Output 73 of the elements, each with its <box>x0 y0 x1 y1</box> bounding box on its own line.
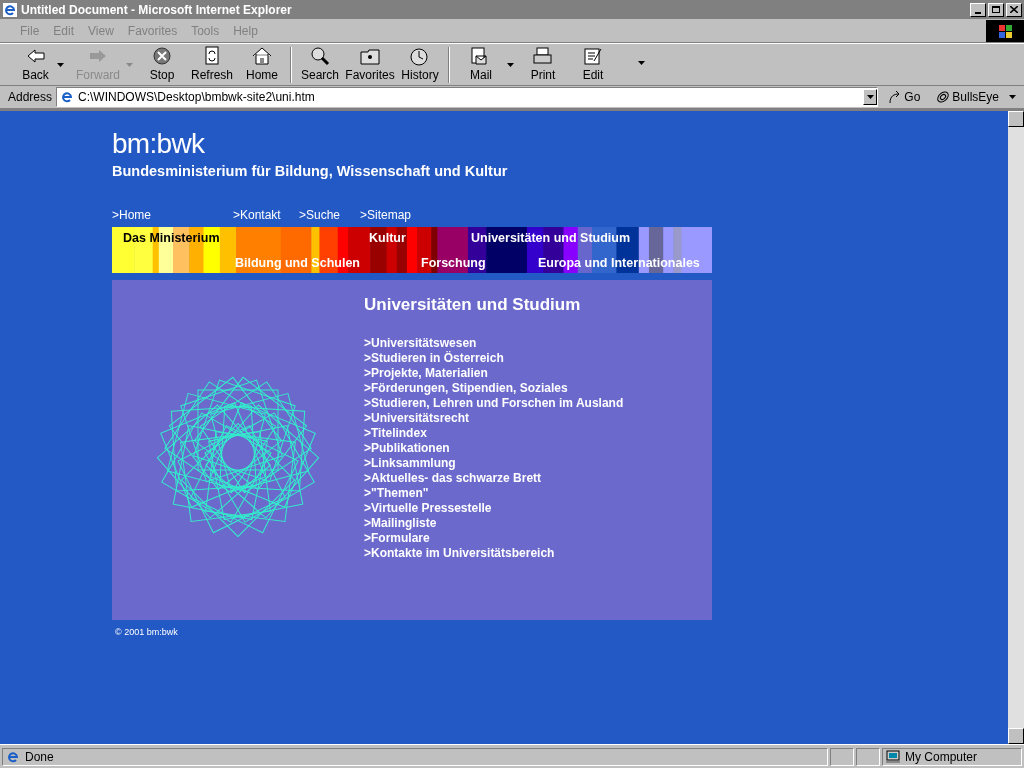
status-panel <box>830 747 854 766</box>
toolbar-button[interactable]: Mail <box>453 44 509 85</box>
links-button[interactable]: BullsEye <box>936 88 1016 106</box>
section-link[interactable]: >Aktuelles- das schwarze Brett <box>364 471 624 487</box>
edit-icon <box>582 45 604 66</box>
window-title: Untitled Document - Microsoft Internet Explorer <box>21 1 293 19</box>
section-link[interactable]: >Universitätsrecht <box>364 411 624 427</box>
minimize-button[interactable] <box>970 2 986 17</box>
section-link[interactable]: >"Themen" <box>364 486 624 502</box>
address-field[interactable]: C:\WINDOWS\Desktop\bmbwk-site2\uni.htm <box>56 87 879 107</box>
section-link[interactable]: >Studieren, Lehren und Forschen im Ausland <box>364 396 624 412</box>
section-link[interactable]: >Projekte, Materialien <box>364 366 624 382</box>
printer-icon <box>532 45 554 66</box>
nav-link[interactable]: >Home <box>112 205 152 224</box>
close-icon <box>1010 6 1018 13</box>
toolbar-button[interactable]: Back <box>12 44 59 85</box>
caret-icon <box>638 60 645 65</box>
caret-icon <box>1009 95 1016 99</box>
section-heading: Universitäten und Studium <box>364 293 582 316</box>
toolbar-button[interactable]: History <box>395 44 445 85</box>
browser-logo-icon <box>2 1 18 18</box>
caret-icon <box>866 95 874 99</box>
site-subtitle: Bundesministerium für Bildung, Wissenschaft und Kultur <box>112 162 509 181</box>
category-tab[interactable]: Bildung und Schulen <box>234 253 361 273</box>
site-logo: bm:bwk <box>112 129 206 159</box>
toolbar-button[interactable]: Home <box>237 44 287 85</box>
address-label: Address <box>8 89 53 106</box>
caret-icon <box>126 62 133 67</box>
dropdown-arrow-icon[interactable] <box>638 60 645 65</box>
section-link[interactable]: >Titelindex <box>364 426 624 442</box>
home-icon <box>251 45 273 66</box>
toolbar-button[interactable]: Edit <box>568 44 618 85</box>
section-link[interactable]: >Kontakte im Universitätsbereich <box>364 546 624 562</box>
category-tab[interactable]: Universitäten und Studium <box>470 228 632 248</box>
section-link[interactable]: >Publikationen <box>364 441 624 457</box>
section-link[interactable]: >Förderungen, Stipendien, Soziales <box>364 381 624 397</box>
dropdown-button[interactable] <box>863 89 878 105</box>
category-tab[interactable]: Das Ministerium <box>122 228 221 248</box>
category-tab[interactable]: Forschung <box>420 253 487 273</box>
section-link[interactable]: >Linksammlung <box>364 456 624 472</box>
category-tab[interactable]: Kultur <box>368 228 407 248</box>
bullseye-icon <box>936 90 951 104</box>
section-link[interactable]: >Studieren in Österreich <box>364 351 624 367</box>
nav-link[interactable]: >Sitemap <box>360 205 412 224</box>
caret-icon <box>507 62 514 67</box>
section-link[interactable]: >Formulare <box>364 531 624 547</box>
dropdown-arrow-icon[interactable] <box>57 62 64 67</box>
stop-icon <box>151 45 173 66</box>
toolbar-button[interactable]: Search <box>295 44 345 85</box>
clock-icon <box>409 45 431 66</box>
status-panel <box>856 747 880 766</box>
toolbar-button[interactable]: Stop <box>137 44 187 85</box>
throbber-logo <box>986 19 1024 42</box>
dropdown-arrow-icon[interactable] <box>507 62 514 67</box>
scroll-down-button[interactable] <box>1008 728 1024 744</box>
toolbar-button[interactable]: Favorites <box>345 44 395 85</box>
section-link[interactable]: >Virtuelle Pressestelle <box>364 501 624 517</box>
status-text: Done <box>25 748 54 766</box>
search-icon <box>309 45 331 66</box>
toolbar-button[interactable]: Refresh <box>187 44 237 85</box>
toolbar-button[interactable]: Print <box>518 44 568 85</box>
go-button[interactable]: Go <box>888 88 921 106</box>
nav-link[interactable]: >Suche <box>299 205 341 224</box>
scroll-up-button[interactable] <box>1008 111 1024 127</box>
nav-link[interactable]: >Kontakt <box>233 205 281 224</box>
section-link[interactable]: >Universitätswesen <box>364 336 624 352</box>
section-link[interactable]: >Mailingliste <box>364 516 624 532</box>
caret-icon <box>57 62 64 67</box>
copyright-text: © 2001 bm:bwk <box>115 625 179 639</box>
vertical-scrollbar[interactable] <box>1008 111 1024 744</box>
restore-button[interactable] <box>988 2 1004 17</box>
close-button[interactable] <box>1006 2 1022 17</box>
zone-text: My Computer <box>905 748 978 766</box>
